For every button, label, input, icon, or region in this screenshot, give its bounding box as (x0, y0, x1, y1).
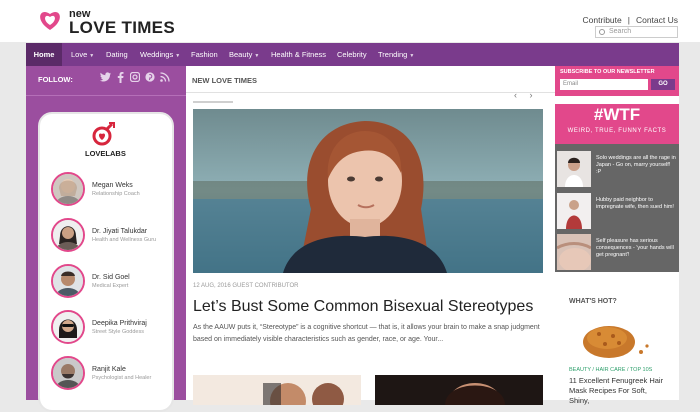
nav-item-love-label: Love (71, 50, 88, 59)
chevron-down-icon: ▼ (89, 53, 95, 59)
chevron-down-icon: ▼ (175, 53, 181, 59)
top-links: Contribute | Contact Us (583, 15, 678, 25)
hot-article-image[interactable] (569, 316, 664, 364)
hot-article-category[interactable]: BEAUTY / HAIR CARE / TOP 10S (569, 367, 652, 373)
avatar (51, 310, 85, 344)
expert-name: Deepika Prithviraj (92, 320, 147, 327)
search-icon (599, 29, 605, 35)
nav-item-beauty-label: Beauty (229, 50, 253, 59)
nav-item-trending[interactable]: Trending ▼ (378, 43, 414, 66)
nav-item-celebrity-label: Celebrity (337, 50, 367, 59)
expert-role: Psychologist and Healer (92, 375, 152, 381)
pinterest-icon[interactable] (144, 72, 156, 84)
expert-role: Street Style Goddess (92, 329, 144, 335)
nav-item-love[interactable]: Love ▼ (71, 43, 94, 66)
expert-role: Relationship Coach (92, 191, 140, 197)
main-nav: Home Love ▼ Dating Weddings ▼ Fashion Beau… (26, 43, 679, 66)
top-links-separator: | (627, 15, 630, 25)
logo-title[interactable]: LOVE TIMES (69, 19, 175, 37)
wtf-image (557, 193, 591, 229)
wtf-item[interactable]: Hubby paid neighbor to impregnate wife, … (557, 193, 677, 229)
slider-indicator (193, 101, 233, 103)
nav-item-fashion[interactable]: Fashion (191, 43, 218, 66)
section-divider (186, 92, 555, 93)
lovelabs-logo-icon[interactable] (92, 120, 116, 146)
avatar (51, 172, 85, 206)
nav-item-home-label: Home (33, 50, 55, 59)
article-thumbnail[interactable] (375, 375, 543, 405)
expert-name: Dr. Sid Goel (92, 274, 130, 281)
email-field[interactable]: Email (560, 79, 648, 90)
hot-article-title[interactable]: 11 Excellent Fenugreek Hair Mask Recipes… (569, 376, 669, 406)
wtf-text: Solo weddings are all the rage in Japan … (596, 155, 676, 175)
hero-image[interactable] (193, 109, 543, 273)
heart-logo-icon[interactable] (38, 9, 62, 31)
wtf-title[interactable]: #WTF (555, 105, 679, 125)
whats-hot-title: WHAT'S HOT? (569, 298, 617, 305)
article-excerpt: As the AAUW puts it, “Stereotype” is a c… (193, 324, 540, 343)
follow-label: FOLLOW: (38, 75, 73, 84)
chevron-left-icon[interactable]: ‹ (514, 90, 517, 100)
facebook-icon[interactable] (114, 72, 126, 84)
wtf-text: Hubby paid neighbor to impregnate wife, … (596, 197, 674, 210)
nav-item-dating[interactable]: Dating (106, 43, 128, 66)
nav-item-weddings-label: Weddings (140, 50, 174, 59)
wtf-image (557, 151, 591, 187)
nav-item-fashion-label: Fashion (191, 50, 218, 59)
sidebar-divider (26, 95, 186, 96)
go-button[interactable]: GO (651, 79, 675, 90)
chevron-down-icon: ▼ (254, 53, 260, 59)
lovelabs-title: LOVELABS (85, 149, 126, 158)
section-title: NEW LOVE TIMES (192, 76, 258, 85)
avatar (51, 264, 85, 298)
rss-icon[interactable] (159, 72, 171, 84)
expert-item[interactable]: Dr. Sid Goel Medical Expert (51, 264, 171, 302)
nav-item-health-fitness-label: Health & Fitness (271, 50, 327, 59)
expert-name: Ranjit Kale (92, 366, 126, 373)
wtf-image (557, 234, 591, 270)
chevron-down-icon: ▼ (409, 53, 415, 59)
nav-item-beauty[interactable]: Beauty ▼ (229, 43, 259, 66)
instagram-icon[interactable] (129, 71, 141, 84)
twitter-icon[interactable] (99, 72, 111, 84)
newsletter-title: SUBSCRIBE TO OUR NEWSLETTER (560, 69, 655, 75)
avatar (51, 218, 85, 252)
article-thumbnail[interactable] (193, 375, 361, 405)
expert-item[interactable]: Ranjit Kale Psychologist and Healer (51, 356, 171, 394)
expert-item[interactable]: Megan Weks Relationship Coach (51, 172, 171, 210)
expert-role: Health and Wellness Guru (92, 237, 157, 243)
nav-item-trending-label: Trending (378, 50, 408, 59)
expert-item[interactable]: Deepika Prithviraj Street Style Goddess (51, 310, 171, 348)
contribute-link[interactable]: Contribute (583, 15, 622, 25)
contact-link[interactable]: Contact Us (636, 15, 678, 25)
wtf-item[interactable]: Self pleasure has serious consequences -… (557, 234, 677, 270)
search-input[interactable]: Search (595, 26, 678, 38)
wtf-item[interactable]: Solo weddings are all the rage in Japan … (557, 151, 677, 187)
expert-role: Medical Expert (92, 283, 129, 289)
expert-name: Megan Weks (92, 182, 133, 189)
chevron-right-icon[interactable]: › (530, 90, 533, 100)
nav-item-health-fitness[interactable]: Health & Fitness (271, 43, 326, 66)
expert-name: Dr. Jiyati Talukdar (92, 228, 148, 235)
article-title[interactable]: Let’s Bust Some Common Bisexual Stereoty… (193, 298, 543, 316)
expert-item[interactable]: Dr. Jiyati Talukdar Health and Wellness … (51, 218, 171, 256)
wtf-text: Self pleasure has serious consequences -… (596, 238, 674, 258)
search-placeholder: Search (609, 28, 632, 35)
wtf-subtitle: WEIRD, TRUE, FUNNY FACTS (567, 128, 667, 134)
nav-item-weddings[interactable]: Weddings ▼ (140, 43, 180, 66)
nav-item-dating-label: Dating (106, 50, 128, 59)
nav-item-home[interactable]: Home (26, 43, 62, 66)
nav-item-celebrity[interactable]: Celebrity (337, 43, 367, 66)
article-meta: 12 AUG, 2016 GUEST CONTRIBUTOR (193, 283, 299, 289)
slider-arrows: ‹ › (514, 90, 533, 100)
avatar (51, 356, 85, 390)
